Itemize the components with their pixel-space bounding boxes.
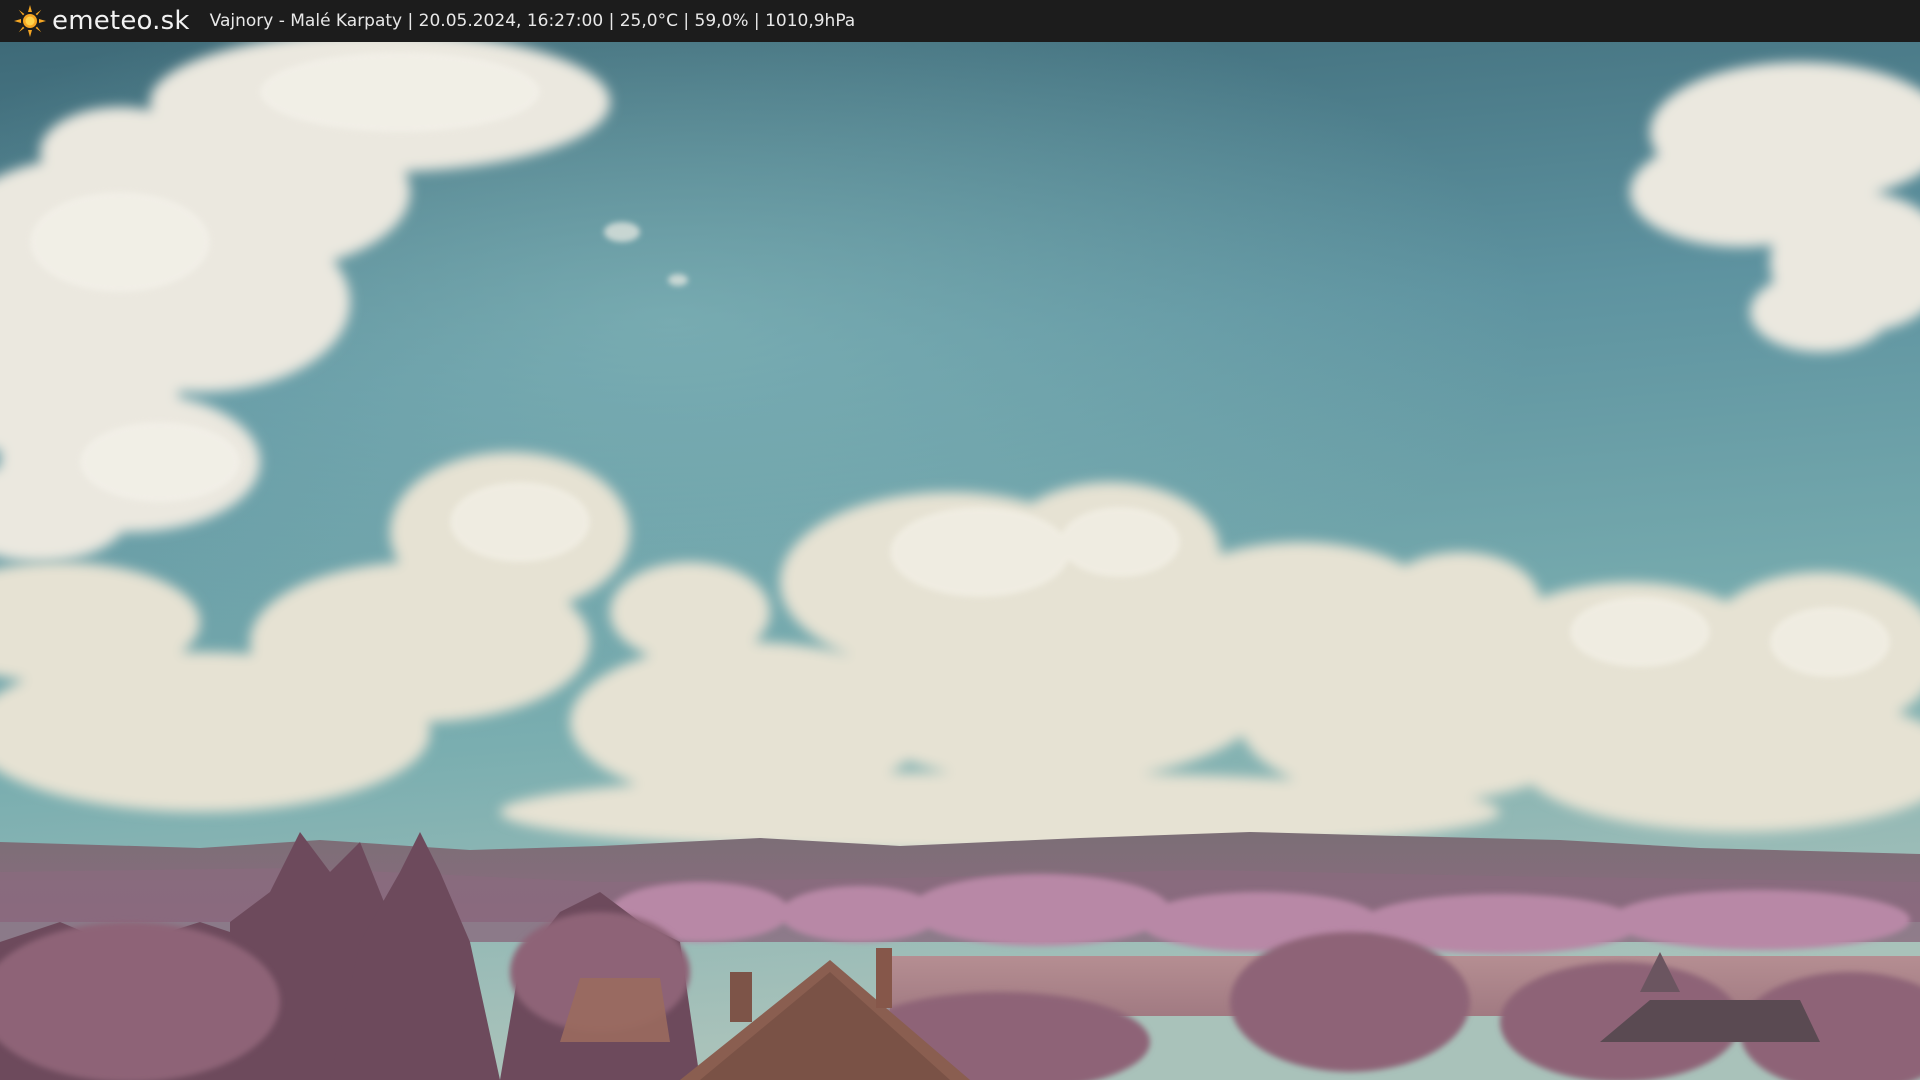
datetime-label: 20.05.2024, 16:27:00 bbox=[418, 11, 604, 31]
location-label: Vajnory - Malé Karpaty bbox=[209, 11, 403, 31]
pressure-label: 1010,9hPa bbox=[765, 11, 856, 31]
humidity-label: 59,0% bbox=[694, 11, 749, 31]
weather-caption: Vajnory - Malé Karpaty | 20.05.2024, 16:… bbox=[210, 11, 856, 31]
separator: | bbox=[677, 11, 695, 31]
landscape-scene bbox=[0, 42, 1920, 1080]
separator: | bbox=[402, 11, 419, 31]
webcam-image bbox=[0, 42, 1920, 1080]
separator: | bbox=[748, 11, 766, 31]
brand-logo[interactable]: emeteo.sk bbox=[14, 5, 190, 37]
sun-icon bbox=[14, 5, 46, 37]
separator: | bbox=[603, 11, 620, 31]
brand-name: emeteo.sk bbox=[52, 6, 190, 36]
temperature-label: 25,0°C bbox=[619, 11, 678, 31]
webcam-frame: emeteo.sk Vajnory - Malé Karpaty | 20.05… bbox=[0, 0, 1920, 1080]
info-bar: emeteo.sk Vajnory - Malé Karpaty | 20.05… bbox=[0, 0, 1920, 42]
